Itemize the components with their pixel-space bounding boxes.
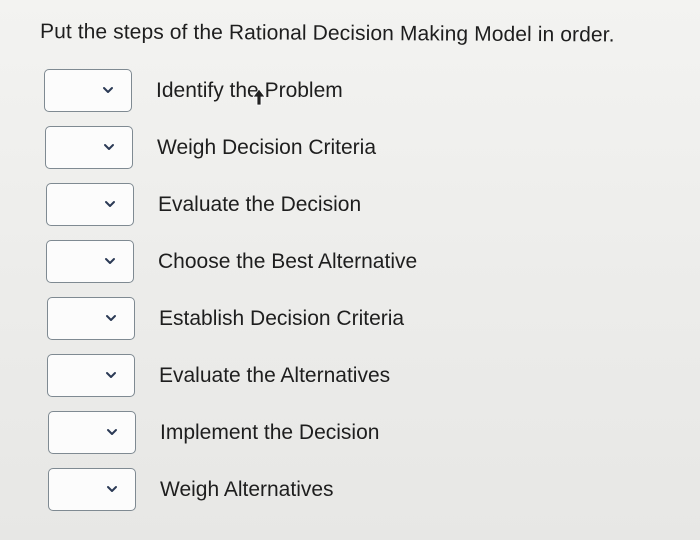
step-row-7: Implement the Decision: [48, 404, 644, 461]
chevron-down-icon: [107, 486, 117, 492]
ordering-list: Identify the Problem Weigh Decision Crit…: [44, 62, 644, 518]
step-label-4: Choose the Best Alternative: [158, 249, 418, 273]
step-row-3: Evaluate the Decision: [46, 176, 644, 233]
quiz-page: Put the steps of the Rational Decision M…: [0, 0, 700, 540]
mouse-pointer-icon: [252, 88, 266, 106]
order-select-4[interactable]: [46, 240, 134, 283]
step-label-1: Identify the Problem: [156, 78, 343, 102]
step-row-5: Establish Decision Criteria: [47, 290, 644, 347]
question-prompt: Put the steps of the Rational Decision M…: [39, 20, 615, 47]
step-row-1: Identify the Problem: [44, 62, 644, 119]
step-row-6: Evaluate the Alternatives: [47, 347, 644, 404]
step-label-7: Implement the Decision: [160, 420, 380, 444]
order-select-2[interactable]: [45, 126, 133, 169]
order-select-5[interactable]: [47, 297, 135, 340]
order-select-1[interactable]: [44, 69, 132, 112]
chevron-down-icon: [106, 372, 116, 378]
chevron-down-icon: [103, 87, 113, 93]
step-row-8: Weigh Alternatives: [48, 461, 644, 518]
order-select-8[interactable]: [48, 468, 136, 511]
step-label-3: Evaluate the Decision: [158, 192, 362, 216]
chevron-down-icon: [105, 258, 115, 264]
step-label-5: Establish Decision Criteria: [159, 306, 405, 330]
step-label-6: Evaluate the Alternatives: [159, 363, 391, 387]
step-row-2: Weigh Decision Criteria: [45, 119, 644, 176]
chevron-down-icon: [107, 429, 117, 435]
order-select-7[interactable]: [48, 411, 136, 454]
step-row-4: Choose the Best Alternative: [46, 233, 644, 290]
step-label-8: Weigh Alternatives: [160, 477, 334, 501]
chevron-down-icon: [105, 201, 115, 207]
chevron-down-icon: [106, 315, 116, 321]
order-select-6[interactable]: [47, 354, 135, 397]
step-label-2: Weigh Decision Criteria: [157, 135, 377, 159]
order-select-3[interactable]: [46, 183, 134, 226]
chevron-down-icon: [104, 144, 114, 150]
